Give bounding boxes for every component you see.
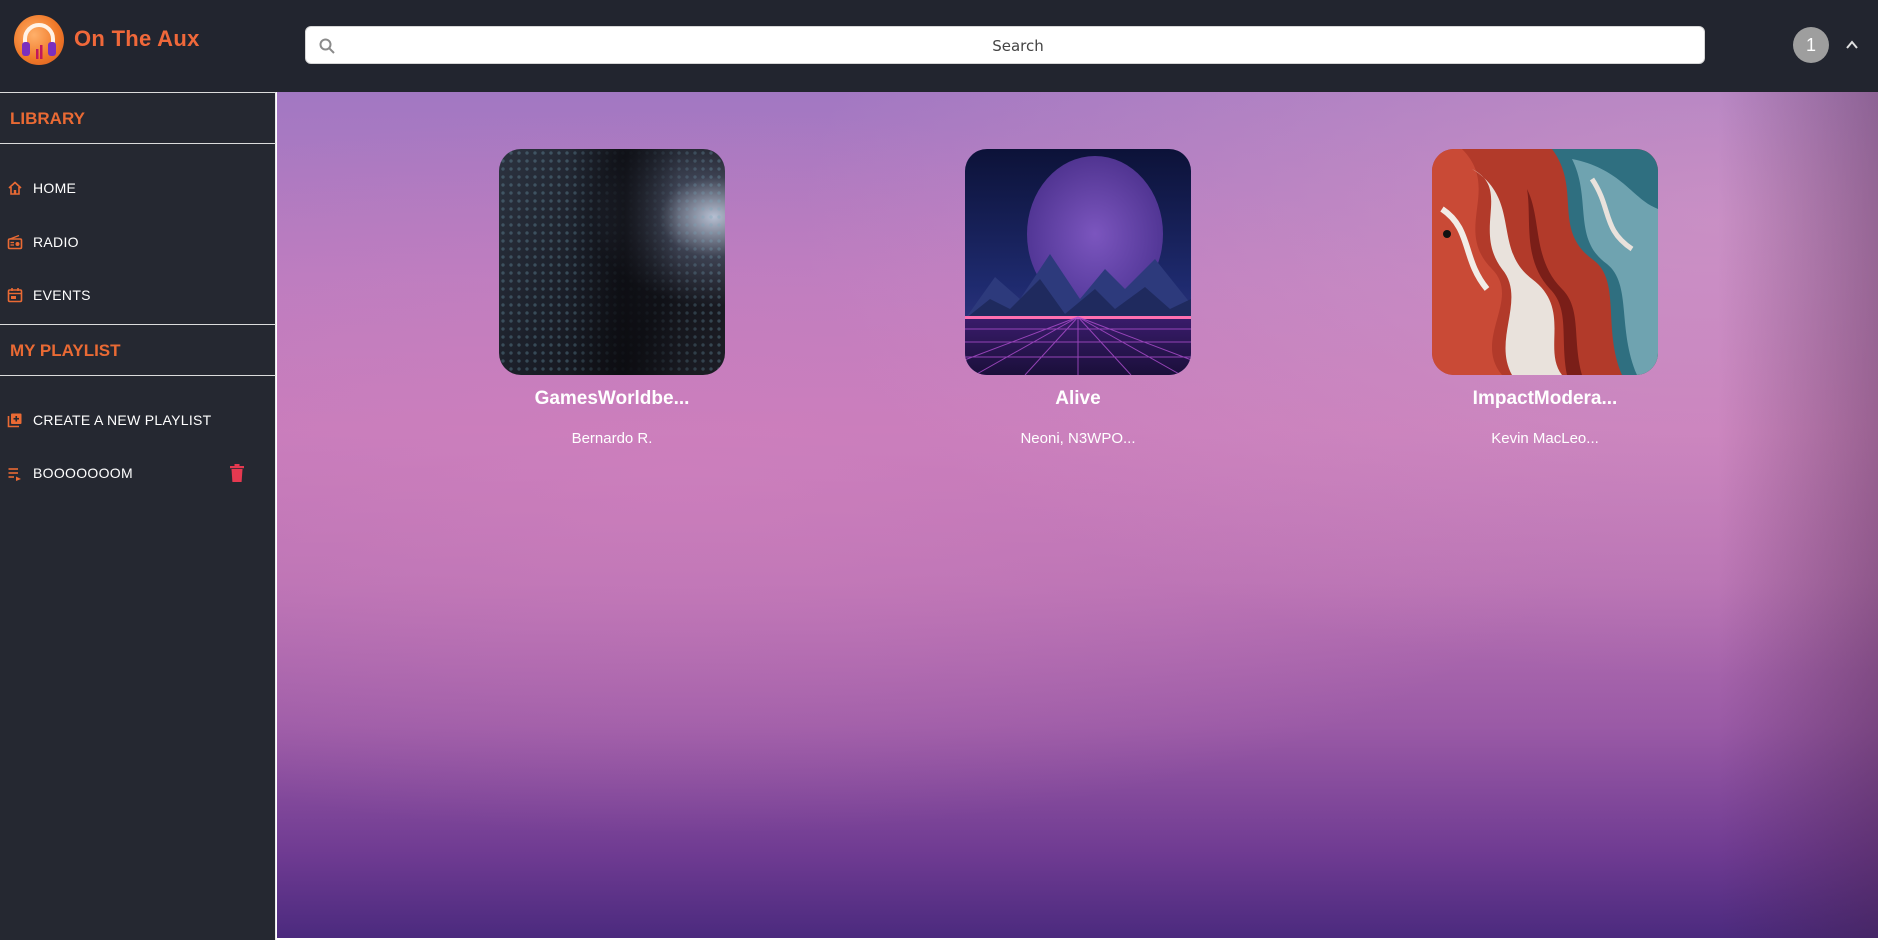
chevron-up-icon[interactable] bbox=[1845, 38, 1859, 52]
fluid-art-artwork bbox=[1432, 149, 1658, 375]
trash-icon[interactable] bbox=[228, 463, 246, 483]
create-playlist-button[interactable]: CREATE A NEW PLAYLIST bbox=[0, 400, 276, 440]
search-icon bbox=[319, 38, 335, 54]
main-content: GamesWorldbe... Bernardo R. Alive Neoni,… bbox=[277, 92, 1878, 938]
track-title[interactable]: Alive bbox=[965, 388, 1191, 410]
create-playlist-label: CREATE A NEW PLAYLIST bbox=[33, 412, 212, 428]
track-artist[interactable]: Bernardo R. bbox=[499, 430, 725, 447]
album-art-shade bbox=[569, 149, 679, 375]
sidebar-item-home[interactable]: HOME bbox=[0, 168, 276, 208]
top-bar: On The Aux 1 bbox=[0, 0, 1878, 92]
track-artist[interactable]: Neoni, N3WPO... bbox=[965, 430, 1191, 447]
album-art[interactable] bbox=[1432, 149, 1658, 375]
app-title[interactable]: On The Aux bbox=[74, 26, 200, 52]
track-card[interactable]: Alive Neoni, N3WPO... bbox=[965, 149, 1191, 447]
sidebar-item-label: RADIO bbox=[33, 234, 79, 250]
add-playlist-icon bbox=[7, 413, 22, 428]
sidebar-item-events[interactable]: EVENTS bbox=[0, 275, 276, 315]
search-bar[interactable] bbox=[305, 26, 1705, 65]
playlist-icon bbox=[8, 468, 21, 481]
track-title[interactable]: ImpactModera... bbox=[1432, 388, 1658, 410]
library-heading: LIBRARY bbox=[0, 92, 276, 144]
album-art[interactable] bbox=[965, 149, 1191, 375]
track-card[interactable]: ImpactModera... Kevin MacLeo... bbox=[1432, 149, 1658, 447]
user-avatar[interactable]: 1 bbox=[1793, 27, 1829, 63]
headphones-logo-icon[interactable] bbox=[14, 15, 64, 65]
sidebar-item-label: HOME bbox=[33, 180, 77, 196]
track-artist[interactable]: Kevin MacLeo... bbox=[1432, 430, 1658, 447]
app-window: On The Aux 1 LIBRARY HOME bbox=[0, 0, 1878, 940]
playlist-item[interactable]: BOOOOOOOM bbox=[0, 453, 276, 493]
search-input[interactable] bbox=[346, 27, 1690, 65]
sidebar-item-radio[interactable]: RADIO bbox=[0, 222, 276, 262]
calendar-icon bbox=[7, 288, 23, 303]
album-art[interactable] bbox=[499, 149, 725, 375]
track-card[interactable]: GamesWorldbe... Bernardo R. bbox=[499, 149, 725, 447]
radio-icon bbox=[7, 234, 23, 250]
synthwave-artwork bbox=[965, 149, 1191, 375]
track-title[interactable]: GamesWorldbe... bbox=[499, 388, 725, 410]
playlist-label: BOOOOOOOM bbox=[33, 465, 133, 481]
home-icon bbox=[8, 181, 22, 195]
sidebar: LIBRARY HOME RADIO EVENTS MY PLAYLIST CR… bbox=[0, 92, 276, 940]
sidebar-item-label: EVENTS bbox=[33, 287, 91, 303]
my-playlist-heading: MY PLAYLIST bbox=[0, 324, 276, 376]
